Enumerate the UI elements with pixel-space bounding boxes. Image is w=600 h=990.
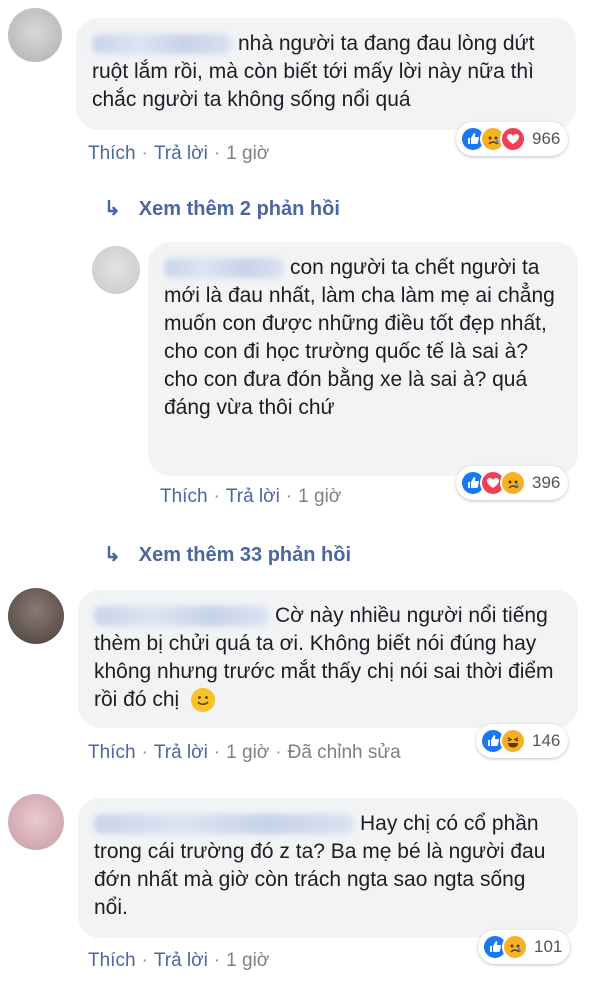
reply-arrow-icon: ↳ <box>104 544 121 566</box>
timestamp[interactable]: 1 giờ <box>226 742 269 763</box>
avatar[interactable] <box>8 588 64 644</box>
comment-text: con người ta chết người ta mới là đau nh… <box>164 256 555 419</box>
sad-icon <box>502 934 528 960</box>
commenter-name[interactable] <box>164 258 284 279</box>
avatar[interactable] <box>8 8 62 62</box>
reaction-summary[interactable]: 146 <box>476 724 569 758</box>
reply-button[interactable]: Trả lời <box>154 143 208 164</box>
like-button[interactable]: Thích <box>88 143 136 164</box>
edited-label[interactable]: Đã chỉnh sửa <box>288 742 401 763</box>
avatar[interactable] <box>92 246 140 294</box>
view-more-replies[interactable]: ↳ Xem thêm 33 phản hồi <box>104 542 351 567</box>
reply-button[interactable]: Trả lời <box>154 950 208 971</box>
reply-button[interactable]: Trả lời <box>226 486 280 507</box>
reaction-count: 146 <box>532 731 561 750</box>
sad-icon <box>500 470 526 496</box>
comment-actions: Thích · Trả lời · 1 giờ <box>88 143 270 164</box>
reaction-summary[interactable]: 101 <box>478 930 571 964</box>
reply-arrow-icon: ↳ <box>104 198 121 220</box>
timestamp[interactable]: 1 giờ <box>298 486 341 507</box>
smile-emoji-icon <box>191 688 216 713</box>
comment-bubble: nhà người ta đang đau lòng dứt ruột lắm … <box>76 18 576 130</box>
timestamp[interactable]: 1 giờ <box>226 143 269 164</box>
comment-actions: Thích · Trả lời · 1 giờ <box>160 486 342 507</box>
reaction-count: 966 <box>532 129 561 148</box>
view-more-label: Xem thêm 33 phản hồi <box>138 544 352 566</box>
comment-bubble: Cờ này nhiều người nổi tiếng thèm bị chử… <box>78 590 578 728</box>
comment-bubble: con người ta chết người ta mới là đau nh… <box>148 242 578 476</box>
commenter-name[interactable] <box>92 34 232 55</box>
comment-actions: Thích · Trả lời · 1 giờ <box>88 950 270 971</box>
like-button[interactable]: Thích <box>88 950 136 971</box>
love-icon <box>500 126 526 152</box>
view-more-replies[interactable]: ↳ Xem thêm 2 phản hồi <box>104 196 340 221</box>
view-more-label: Xem thêm 2 phản hồi <box>138 198 340 220</box>
reaction-count: 101 <box>534 937 563 956</box>
timestamp[interactable]: 1 giờ <box>226 950 269 971</box>
reaction-count: 396 <box>532 473 561 492</box>
commenter-name[interactable] <box>94 606 269 627</box>
reaction-summary[interactable]: 966 <box>456 122 569 156</box>
reaction-summary[interactable]: 396 <box>456 466 569 500</box>
reply-button[interactable]: Trả lời <box>154 742 208 763</box>
comment-bubble: Hay chị có cổ phần trong cái trường đó z… <box>78 798 578 938</box>
comment-actions: Thích · Trả lời · 1 giờ · Đã chỉnh sửa <box>88 742 401 763</box>
like-button[interactable]: Thích <box>160 486 208 507</box>
like-button[interactable]: Thích <box>88 742 136 763</box>
commenter-name[interactable] <box>94 814 354 835</box>
avatar[interactable] <box>8 794 64 850</box>
haha-icon <box>500 728 526 754</box>
